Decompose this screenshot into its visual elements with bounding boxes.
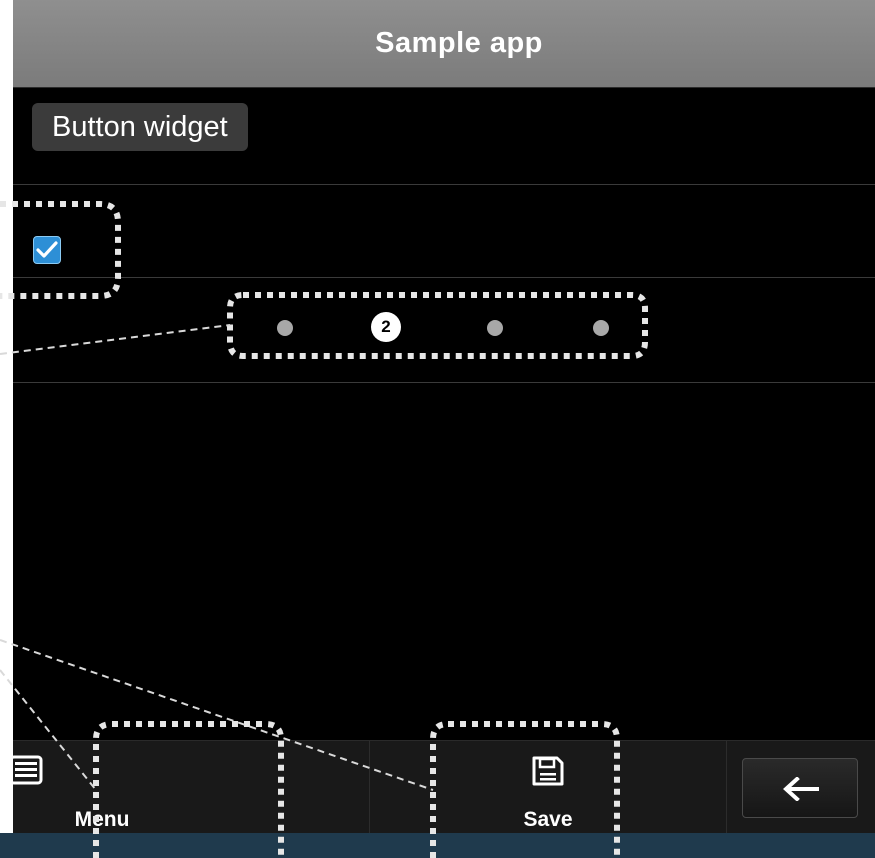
app-title: Sample app (375, 27, 543, 59)
page-dot-1[interactable] (277, 320, 293, 336)
page-dot-4[interactable] (593, 320, 609, 336)
toolbar-divider (726, 741, 727, 833)
bottom-toolbar: Menu Save (13, 740, 875, 833)
menu-button[interactable]: Menu (13, 741, 369, 833)
floppy-disk-icon (532, 756, 564, 786)
button-widget[interactable]: Button widget (32, 103, 248, 151)
button-widget-row: Button widget (13, 88, 875, 185)
page-indicator[interactable]: 2 (273, 312, 613, 342)
page-dot-active[interactable]: 2 (371, 312, 401, 342)
menu-label: Menu (74, 808, 130, 831)
back-button[interactable] (742, 758, 858, 818)
save-button[interactable]: Save (370, 741, 726, 833)
list-icon (13, 755, 43, 785)
checkmark-icon (36, 241, 58, 258)
bottom-strip (0, 833, 875, 858)
app-screen: Sample app Button widget 2 Menu Save (13, 0, 875, 833)
page-dot-3[interactable] (487, 320, 503, 336)
title-bar: Sample app (13, 0, 875, 88)
checkbox[interactable] (33, 236, 61, 264)
save-label: Save (523, 808, 573, 831)
checkbox-row (13, 185, 875, 278)
arrow-left-icon (783, 777, 819, 801)
pager-row: 2 (13, 278, 875, 383)
